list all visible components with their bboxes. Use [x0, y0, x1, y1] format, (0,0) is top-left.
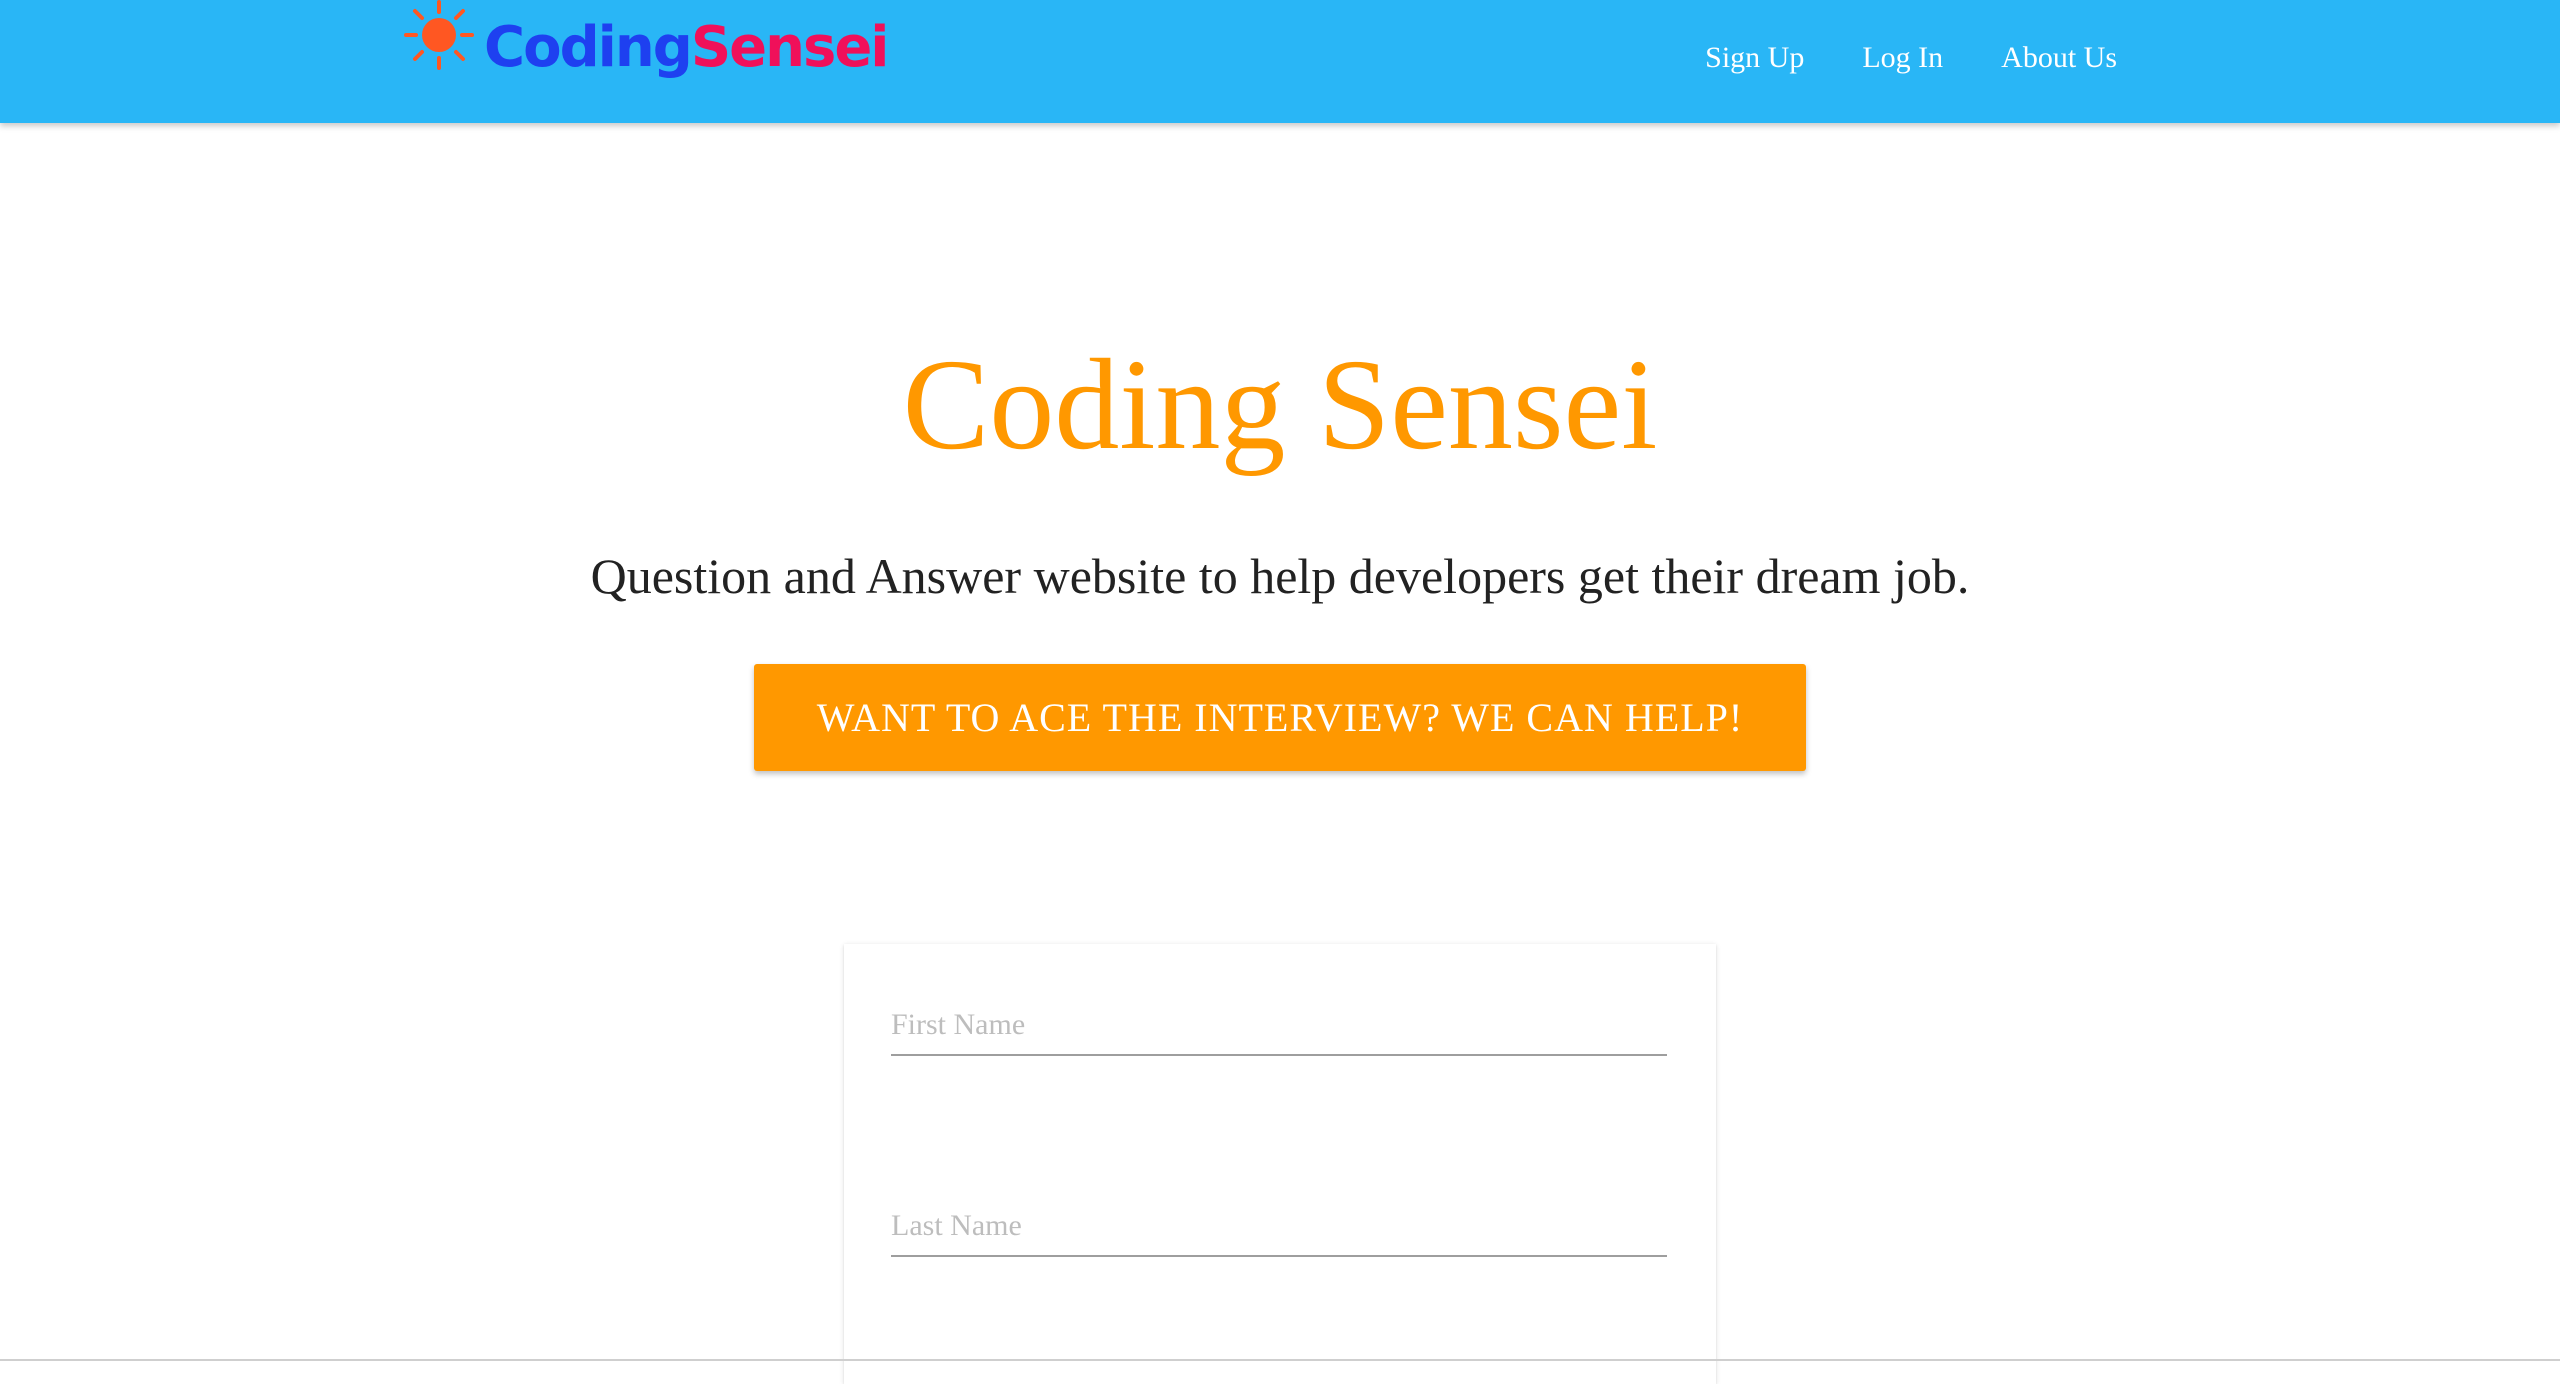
hero-title: Coding Sensei — [902, 333, 1658, 477]
sun-icon — [404, 0, 474, 70]
logo-text-coding: Coding — [484, 15, 693, 80]
signup-form-card — [844, 944, 1716, 1384]
logo-wordmark: CodingSensei — [484, 20, 889, 76]
nav-link-log-in[interactable]: Log In — [1833, 36, 1972, 80]
cta-button[interactable]: WANT TO ACE THE INTERVIEW? WE CAN HELP! — [754, 664, 1806, 771]
top-navbar: CodingSensei Sign Up Log In About Us — [0, 0, 2560, 123]
last-name-input[interactable] — [891, 1197, 1667, 1257]
first-name-input[interactable] — [891, 996, 1667, 1056]
logo-text-sensei: Sensei — [690, 15, 890, 80]
nav-links: Sign Up Log In About Us — [1676, 36, 2146, 80]
viewport-bottom-divider — [0, 1359, 2560, 1361]
site-logo[interactable]: CodingSensei — [404, 0, 889, 100]
hero-subtitle: Question and Answer website to help deve… — [590, 548, 1970, 604]
nav-link-sign-up[interactable]: Sign Up — [1676, 36, 1833, 80]
nav-link-about-us[interactable]: About Us — [1972, 36, 2146, 80]
